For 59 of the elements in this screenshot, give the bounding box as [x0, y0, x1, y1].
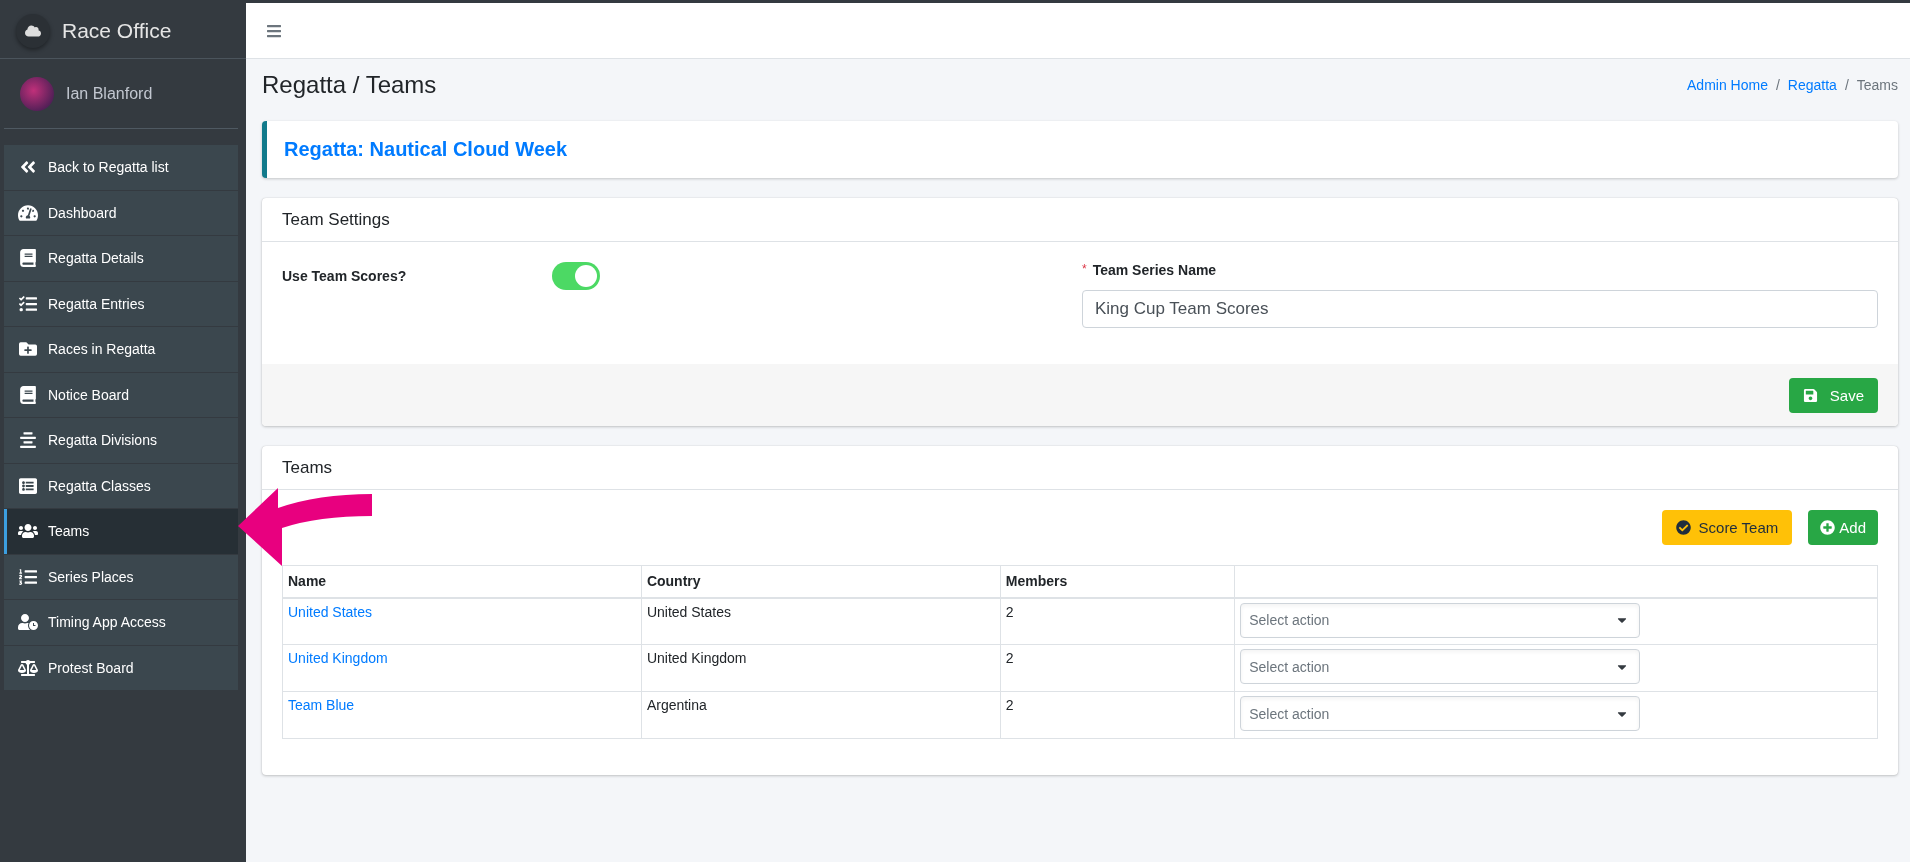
sidebar-item[interactable]: Back to Regatta list	[4, 145, 238, 190]
column-header: Name	[282, 565, 642, 598]
users-icon	[18, 522, 38, 541]
scales-icon	[18, 658, 38, 677]
sidebar-item[interactable]: Regatta Entries	[4, 281, 238, 326]
sidebar-item[interactable]: Notice Board	[4, 372, 238, 417]
gauge-icon	[18, 203, 38, 222]
page-title: Regatta / Teams	[262, 71, 437, 99]
required-asterisk: *	[1082, 262, 1087, 278]
book-icon	[18, 249, 38, 268]
table-cell: United Kingdom	[641, 644, 1001, 692]
team-link[interactable]: United Kingdom	[288, 650, 388, 666]
folder-plus-icon	[18, 340, 38, 359]
sidebar-item[interactable]: Series Places	[4, 554, 238, 599]
list-icon	[18, 476, 38, 495]
sidebar-item[interactable]: Regatta Classes	[4, 463, 238, 508]
sidebar-item[interactable]: Regatta Divisions	[4, 418, 238, 463]
table-cell: 2	[1000, 644, 1235, 692]
team-link[interactable]: United States	[288, 603, 373, 620]
card-title: Team Settings	[282, 209, 390, 230]
user-clock-icon	[18, 613, 38, 632]
column-header: Country	[641, 565, 1001, 598]
menu-icon[interactable]	[266, 22, 282, 39]
sidebar-item[interactable]: Teams	[4, 509, 238, 554]
sidebar-item[interactable]: Timing App Access	[4, 600, 238, 645]
checklist-icon	[18, 294, 38, 313]
card-title: Teams	[282, 457, 333, 478]
sidebar-item[interactable]: Dashboard	[4, 190, 238, 235]
table-cell: 2	[1000, 691, 1235, 739]
field-label: Team Series Name	[1092, 262, 1217, 278]
brand-title: Race Office	[62, 18, 172, 43]
user-name: Ian Blanford	[66, 84, 153, 103]
save-icon	[1802, 387, 1818, 403]
lines-icon	[18, 431, 38, 450]
breadcrumb-link[interactable]: Regatta	[1787, 77, 1837, 93]
action-select[interactable]: Select action	[1240, 649, 1641, 684]
breadcrumb-separator: /	[1844, 77, 1849, 93]
breadcrumb-link[interactable]: Admin Home	[1687, 77, 1768, 93]
numbered-list-icon	[18, 567, 38, 586]
sidebar-item[interactable]: Protest Board	[4, 645, 238, 690]
input-field[interactable]: King Cup Team Scores	[1082, 290, 1878, 328]
regatta-title: Regatta: Nautical Cloud Week	[284, 138, 568, 161]
cloud-logo-icon	[16, 13, 50, 48]
table-cell: Argentina	[641, 691, 1001, 739]
action-select[interactable]: Select action	[1240, 602, 1641, 638]
score-team-button[interactable]: Score Team	[1661, 510, 1793, 545]
field-label: Use Team Scores?	[282, 267, 408, 284]
toggle-switch[interactable]	[552, 262, 600, 290]
action-select[interactable]: Select action	[1240, 696, 1641, 731]
column-header: Members	[1000, 565, 1235, 598]
sidebar-item[interactable]: Regatta Details	[4, 236, 238, 281]
book-icon	[18, 385, 38, 404]
breadcrumb-separator: /	[1775, 77, 1780, 93]
sidebar-item[interactable]: Races in Regatta	[4, 327, 238, 372]
breadcrumb-current: Teams	[1856, 77, 1898, 93]
table-cell: 2	[1000, 597, 1235, 645]
avatar	[20, 76, 54, 111]
team-link[interactable]: Team Blue	[288, 697, 355, 713]
table-cell: United States	[641, 597, 1001, 645]
